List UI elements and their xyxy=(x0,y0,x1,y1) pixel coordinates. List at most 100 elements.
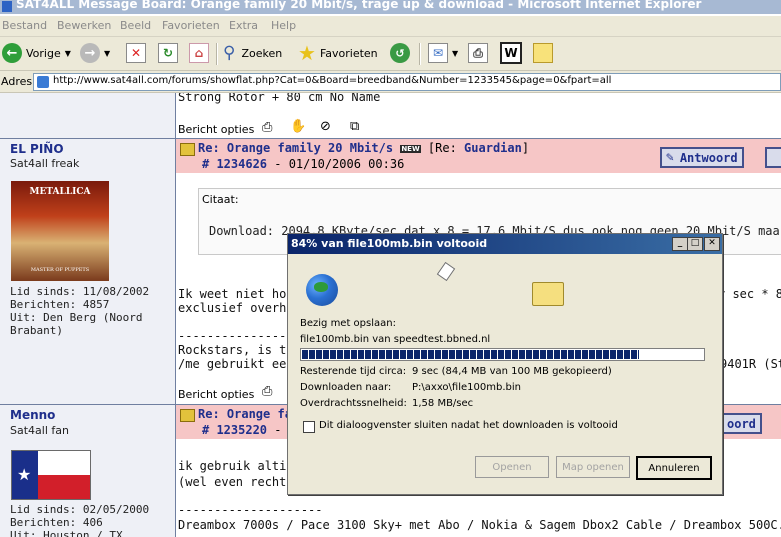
quote-reply-button[interactable] xyxy=(765,147,781,168)
refresh-button[interactable]: ↻ xyxy=(158,42,178,64)
reply-button[interactable]: oord xyxy=(721,413,762,434)
forward-button[interactable]: → ▼ xyxy=(80,42,110,64)
quote-label: Citaat: xyxy=(202,193,239,206)
post2-rank: Sat4all fan xyxy=(10,424,69,437)
dialog-title: 84% van file100mb.bin voltooid xyxy=(291,237,488,250)
post2-subject[interactable]: Re: Orange fa xyxy=(198,407,292,421)
saving-label: Bezig met opslaan: xyxy=(300,318,396,329)
globe-icon xyxy=(306,274,338,306)
star-icon: ★ xyxy=(298,41,316,65)
toolbar: ← Vorige ▼ → ▼ ✕ ↻ ⌂ ⚲ Zoeken ★ Favoriet… xyxy=(0,37,781,71)
block-icon[interactable]: ⊘ xyxy=(320,119,336,134)
ie-icon xyxy=(2,1,12,12)
signature-text: Strong Rotor + 80 cm No Name xyxy=(178,93,381,104)
close-when-done-label[interactable]: Dit dialoogvenster sluiten nadat het dow… xyxy=(319,420,618,431)
post1-sig-line2-end: 9401R (St xyxy=(720,357,781,371)
download-to-value: P:\axxo\file100mb.bin xyxy=(412,382,521,393)
stop-icon: ✕ xyxy=(126,43,146,63)
menu-beeld[interactable]: Beeld xyxy=(120,19,151,32)
minimize-icon[interactable]: _ xyxy=(672,237,688,251)
edit-button[interactable]: W xyxy=(500,42,522,64)
post1-location-line1: Uit: Den Berg (Noord xyxy=(10,311,143,324)
history-button[interactable]: ↺ xyxy=(390,42,410,64)
menu-bar: Bestand Bewerken Beeld Favorieten Extra … xyxy=(0,16,781,37)
favorites-label: Favorieten xyxy=(319,46,378,60)
stop-button[interactable]: ✕ xyxy=(126,42,146,64)
download-progress-bar xyxy=(300,348,705,361)
post2-posts-count: Berichten: 406 xyxy=(10,516,103,529)
re-prefix: [Re: xyxy=(427,141,465,155)
post1-username[interactable]: EL PIÑO xyxy=(10,142,64,156)
post-options-label[interactable]: Bericht opties xyxy=(178,123,254,136)
post1-body-line1: Ik weet niet hoe xyxy=(178,287,294,301)
post1-meta: # 1234626 - 01/10/2006 00:36 xyxy=(202,157,404,171)
post2-number[interactable]: # 1235220 xyxy=(202,423,267,437)
post-icon xyxy=(180,143,195,156)
new-badge: NEW xyxy=(400,144,421,153)
post2-body-line2: (wel even rechts xyxy=(178,475,294,489)
close-icon[interactable]: ✕ xyxy=(704,237,720,251)
print-icon[interactable]: ⎙ xyxy=(262,120,278,135)
post-options-label[interactable]: Bericht opties xyxy=(178,388,254,401)
re-name[interactable]: Guardian xyxy=(464,141,522,155)
post2-location: Uit: Houston / TX xyxy=(10,529,123,537)
mail-button[interactable]: ✉ ▼ xyxy=(428,42,458,64)
print-icon: ⎙ xyxy=(468,43,488,63)
address-field[interactable]: http://www.sat4all.com/forums/showflat.p… xyxy=(33,73,781,91)
remaining-time-label: Resterende tijd circa: xyxy=(300,366,407,377)
reply-icon: ✎ xyxy=(666,150,674,165)
post2-signature: Dreambox 7000s / Pace 3100 Sky+ met Abo … xyxy=(178,518,781,532)
discuss-button[interactable] xyxy=(533,42,553,64)
post1-body-line2: exclusief overhea xyxy=(178,301,301,315)
chevron-down-icon[interactable]: ▼ xyxy=(452,49,458,58)
open-button[interactable]: Openen xyxy=(475,456,549,478)
close-when-done-checkbox[interactable] xyxy=(303,421,315,433)
hand-icon[interactable]: ✋ xyxy=(290,119,306,134)
post2-sig-divider: -------------------- xyxy=(178,503,323,517)
dialog-titlebar: 84% van file100mb.bin voltooid _ □ ✕ xyxy=(288,234,722,254)
address-url[interactable]: http://www.sat4all.com/forums/showflat.p… xyxy=(53,75,611,86)
cancel-button[interactable]: Annuleren xyxy=(636,456,712,480)
post1-member-since: Lid sinds: 11/08/2002 xyxy=(10,285,150,298)
back-button[interactable]: ← Vorige ▼ xyxy=(2,42,71,64)
post1-sig-line2: /me gebruikt een xyxy=(178,357,294,371)
star-icon: ★ xyxy=(17,465,32,484)
home-button[interactable]: ⌂ xyxy=(189,42,209,64)
avatar-logo-text: METALLICA xyxy=(29,187,91,197)
remaining-time-value: 9 sec (84,4 MB van 100 MB gekopieerd) xyxy=(412,366,612,377)
toolbar-separator xyxy=(419,43,421,65)
note-icon xyxy=(533,43,553,63)
menu-bestand[interactable]: Bestand xyxy=(2,19,47,32)
paper-icon xyxy=(436,261,456,282)
print-button[interactable]: ⎙ xyxy=(468,42,488,64)
word-icon: W xyxy=(500,42,522,64)
search-icon: ⚲ xyxy=(223,43,236,63)
chevron-down-icon[interactable]: ▼ xyxy=(65,49,71,58)
forward-arrow-icon: → xyxy=(80,43,100,63)
back-label: Vorige xyxy=(26,46,61,60)
menu-bewerken[interactable]: Bewerken xyxy=(57,19,111,32)
post2-username[interactable]: Menno xyxy=(10,408,55,422)
progress-fill xyxy=(302,350,639,359)
menu-favorieten[interactable]: Favorieten xyxy=(162,19,220,32)
chevron-down-icon[interactable]: ▼ xyxy=(104,49,110,58)
post1-subject-text: Re: Orange family 20 Mbit/s xyxy=(198,141,394,155)
reply-button[interactable]: ✎ Antwoord xyxy=(660,147,744,168)
reply-label: oord xyxy=(727,416,756,431)
windows-icon[interactable]: ⧉ xyxy=(350,119,366,134)
page-icon xyxy=(37,76,49,88)
home-icon: ⌂ xyxy=(189,43,209,63)
favorites-button[interactable]: ★ Favorieten xyxy=(298,41,378,65)
saving-value: file100mb.bin van speedtest.bbned.nl xyxy=(300,334,491,345)
maximize-icon[interactable]: □ xyxy=(687,237,703,251)
print-icon[interactable]: ⎙ xyxy=(262,384,278,399)
post1-subject[interactable]: Re: Orange family 20 Mbit/s NEW [Re: Gua… xyxy=(198,141,529,155)
search-button[interactable]: ⚲ Zoeken xyxy=(223,42,282,64)
menu-extra[interactable]: Extra xyxy=(229,19,258,32)
menu-help[interactable]: Help xyxy=(271,19,296,32)
post1-location-line2: Brabant) xyxy=(10,324,63,337)
open-folder-button[interactable]: Map openen xyxy=(556,456,630,478)
post1-number[interactable]: # 1234626 xyxy=(202,157,267,171)
post1-header: Re: Orange family 20 Mbit/s NEW [Re: Gua… xyxy=(176,139,781,173)
post1-body-line1-end: r sec * 8 = xyxy=(718,287,781,301)
